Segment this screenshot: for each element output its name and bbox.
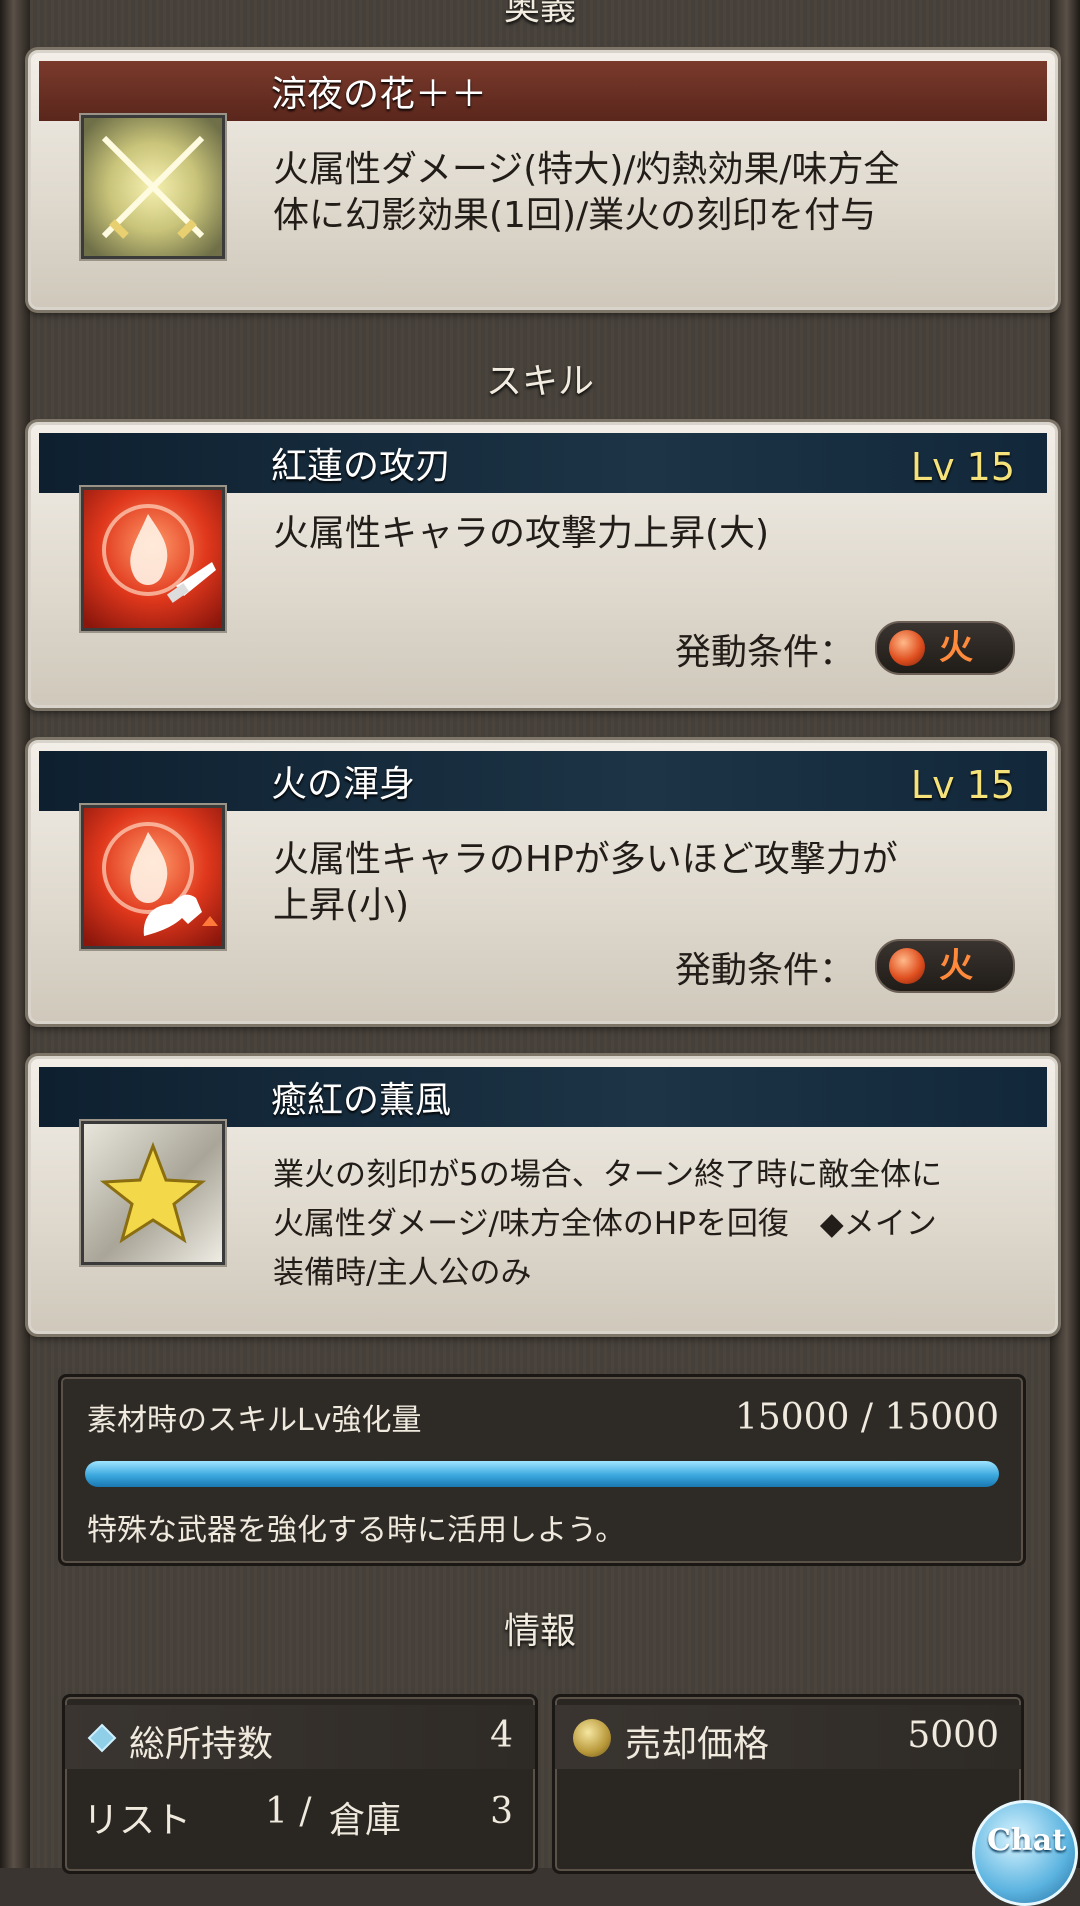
skill-title: 火の渾身 xyxy=(271,764,416,805)
diamond-icon xyxy=(87,1723,117,1753)
skill-desc-line1: 火属性キャラのHPが多いほど攻撃力が xyxy=(273,839,898,880)
ougi-desc-line1: 火属性ダメージ(特大)/灼熱効果/味方全 xyxy=(273,149,900,190)
skill-desc-line1: 業火の刻印が5の場合、ターン終了時に敵全体に xyxy=(273,1157,943,1193)
fire-orb-icon xyxy=(889,630,925,666)
card-title-bar xyxy=(39,751,1047,811)
material-value: 15000 / 15000 xyxy=(734,1397,999,1438)
skill-card[interactable]: 紅蓮の攻刃 Lv 15 火属性キャラの攻撃力上昇(大) 発動条件： 火 xyxy=(28,422,1058,708)
fire-attack-icon xyxy=(81,487,225,631)
list-label: リスト xyxy=(83,1800,192,1841)
skill-desc-line1: 火属性キャラの攻撃力上昇(大) xyxy=(273,513,770,554)
total-label: 総所持数 xyxy=(129,1724,274,1765)
card-title-bar xyxy=(39,433,1047,493)
condition-label: 発動条件： xyxy=(674,950,855,991)
chat-button[interactable]: Chat xyxy=(972,1800,1078,1906)
fire-strength-icon xyxy=(81,805,225,949)
list-storage-row: リスト 1 / 倉庫 3 xyxy=(65,1781,535,1845)
material-progress-fill xyxy=(85,1461,999,1487)
sell-row: 売却価格 5000 xyxy=(555,1705,1021,1769)
material-hint: 特殊な武器を強化する時に活用しよう。 xyxy=(87,1513,626,1548)
element-badge-fire: 火 xyxy=(875,939,1015,993)
condition-element: 火 xyxy=(939,628,973,668)
skill-title: 癒紅の薫風 xyxy=(271,1080,452,1121)
skill-desc-line2: 火属性ダメージ/味方全体のHPを回復 ◆メイン xyxy=(273,1206,937,1242)
condition-element: 火 xyxy=(939,946,973,986)
material-skill-panel: 素材時のスキルLv強化量 15000 / 15000 特殊な武器を強化する時に活… xyxy=(58,1374,1026,1566)
storage-label: 倉庫 xyxy=(329,1800,402,1841)
sell-value: 5000 xyxy=(907,1715,999,1756)
sell-label: 売却価格 xyxy=(625,1724,770,1765)
skill-desc-line2: 上昇(小) xyxy=(273,885,410,926)
skill-desc-line3: 装備時/主人公のみ xyxy=(273,1255,532,1291)
material-label: 素材時のスキルLv強化量 xyxy=(87,1403,422,1438)
section-header-info: 情報 xyxy=(110,1612,970,1652)
fire-orb-icon xyxy=(889,948,925,984)
condition-label: 発動条件： xyxy=(674,632,855,673)
list-value: 1 / xyxy=(265,1791,312,1832)
chat-label: Chat xyxy=(987,1823,1066,1858)
skill-card[interactable]: 癒紅の薫風 業火の刻印が5の場合、ターン終了時に敵全体に 火属性ダメージ/味方全… xyxy=(28,1056,1058,1334)
ougi-desc-line2: 体に幻影効果(1回)/業火の刻印を付与 xyxy=(273,195,877,236)
section-title: 奥義 xyxy=(503,0,576,28)
skill-title: 紅蓮の攻刃 xyxy=(271,446,452,487)
section-title: スキル xyxy=(485,361,594,402)
left-frame xyxy=(0,0,30,1868)
card-title-bar xyxy=(39,61,1047,121)
skill-card[interactable]: 火の渾身 Lv 15 火属性キャラのHPが多いほど攻撃力が 上昇(小) 発動条件… xyxy=(28,740,1058,1024)
crossed-swords-icon xyxy=(81,115,225,259)
ougi-title: 涼夜の花＋＋ xyxy=(271,74,488,115)
sell-price-panel: 売却価格 5000 xyxy=(552,1694,1024,1874)
coin-icon xyxy=(573,1719,611,1757)
section-header-skill: スキル xyxy=(110,362,970,402)
skill-level: Lv 15 xyxy=(910,763,1015,807)
element-badge-fire: 火 xyxy=(875,621,1015,675)
ougi-card[interactable]: 涼夜の花＋＋ 火属性ダメージ(特大)/灼熱効果/味方全 体に幻影効果(1回)/業… xyxy=(28,50,1058,310)
card-title-bar xyxy=(39,1067,1047,1127)
star-icon xyxy=(81,1121,225,1265)
storage-value: 3 xyxy=(490,1791,513,1832)
section-title: 情報 xyxy=(503,1611,576,1652)
skill-level: Lv 15 xyxy=(910,445,1015,489)
total-value: 4 xyxy=(490,1715,513,1756)
total-row: 総所持数 4 xyxy=(65,1705,535,1769)
section-header-ougi: 奥義 xyxy=(110,0,970,28)
material-progress-bar xyxy=(85,1461,999,1487)
owned-count-panel: 総所持数 4 リスト 1 / 倉庫 3 xyxy=(62,1694,538,1874)
